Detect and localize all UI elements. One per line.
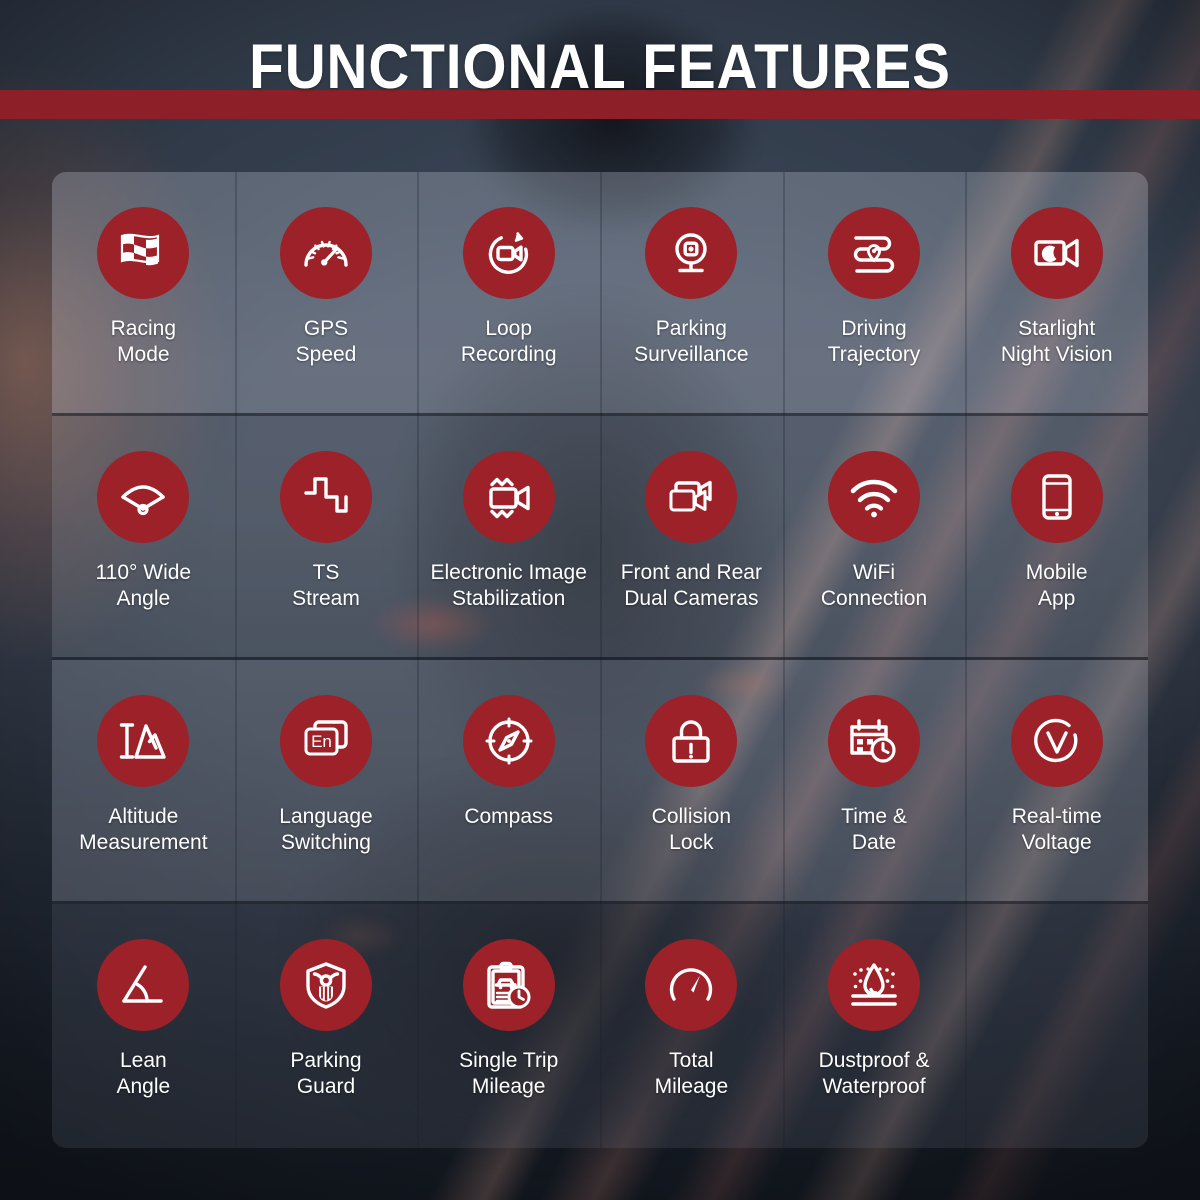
feature-cell[interactable]: Electronic Image Stabilization [417, 416, 600, 660]
feature-label: Time & Date [841, 805, 907, 855]
trip-clipboard-clock-icon [462, 939, 555, 1031]
compass-icon [462, 695, 555, 787]
feature-label: Total Mileage [654, 1049, 729, 1099]
feature-cell[interactable]: Driving Trajectory [782, 172, 966, 416]
feature-cell[interactable]: Parking Guard [234, 904, 418, 1148]
feature-cell[interactable]: 110° Wide Angle [52, 416, 235, 660]
feature-cell[interactable]: TS Stream [234, 416, 418, 660]
feature-label: Collision Lock [651, 805, 732, 855]
feature-cell[interactable]: Single Trip Mileage [417, 904, 600, 1148]
voltage-circle-icon [1010, 695, 1103, 787]
parking-guard-shield-icon [280, 939, 372, 1031]
feature-cell[interactable]: En Language Switching [234, 660, 418, 904]
feature-label: Driving Trajectory [827, 317, 921, 367]
speedometer-icon [280, 207, 372, 299]
feature-cell[interactable]: Lean Angle [52, 904, 235, 1148]
image-stabilization-camera-icon [462, 451, 555, 543]
feature-label: Single Trip Mileage [459, 1049, 559, 1099]
feature-cell[interactable]: Altitude Measurement [52, 660, 235, 904]
feature-cell[interactable]: Front and Rear Dual Cameras [600, 416, 783, 660]
page-root: FUNCTIONAL FEATURES Racing Mode GPS Spee… [0, 0, 1200, 1200]
feature-cell[interactable]: Collision Lock [600, 660, 783, 904]
checkered-flag-icon [97, 207, 190, 299]
odometer-gauge-icon [645, 939, 738, 1031]
loop-recording-icon [462, 207, 555, 299]
feature-cell[interactable]: Parking Surveillance [600, 172, 783, 416]
ts-stream-waveform-icon [280, 451, 372, 543]
dustproof-waterproof-icon [828, 939, 921, 1031]
feature-cell[interactable]: Mobile App [965, 416, 1148, 660]
feature-cell[interactable]: WiFi Connection [782, 416, 966, 660]
feature-label: Parking Guard [290, 1049, 362, 1099]
feature-label: Compass [464, 805, 554, 828]
feature-label: Dustproof & Waterproof [818, 1049, 930, 1099]
feature-cell[interactable]: Real-time Voltage [965, 660, 1148, 904]
lean-angle-icon [97, 939, 190, 1031]
feature-cell[interactable]: Compass [417, 660, 600, 904]
feature-label: Starlight Night Vision [1000, 317, 1113, 367]
feature-label: Mobile App [1025, 561, 1088, 611]
feature-cell[interactable]: Time & Date [782, 660, 966, 904]
feature-row-1: Racing Mode GPS Speed Loop Recording Par… [52, 172, 1148, 416]
calendar-clock-icon [828, 695, 921, 787]
feature-label: TS Stream [292, 561, 360, 611]
collision-lock-icon [645, 695, 738, 787]
feature-row-4: Lean Angle Parking Guard Single Trip Mil… [52, 904, 1148, 1148]
dual-cameras-icon [645, 451, 738, 543]
route-pin-icon [828, 207, 921, 299]
feature-label: GPS Speed [295, 317, 357, 367]
svg-text:En: En [311, 732, 332, 751]
feature-cell[interactable]: Racing Mode [52, 172, 235, 416]
parking-surveillance-camera-icon [645, 207, 738, 299]
feature-label: Altitude Measurement [79, 805, 208, 855]
language-en-card-icon: En [280, 695, 372, 787]
feature-cell[interactable]: Starlight Night Vision [965, 172, 1148, 416]
altitude-mountain-icon [97, 695, 190, 787]
feature-label: Front and Rear Dual Cameras [620, 561, 762, 611]
feature-label: 110° Wide Angle [95, 561, 192, 611]
wide-angle-icon [97, 451, 190, 543]
feature-row-3: Altitude Measurement En Language Switchi… [52, 660, 1148, 904]
feature-label: Loop Recording [460, 317, 557, 367]
feature-cell-empty [965, 904, 1148, 1148]
feature-label: Real-time Voltage [1011, 805, 1102, 855]
feature-cell[interactable]: Dustproof & Waterproof [782, 904, 966, 1148]
feature-label: Racing Mode [110, 317, 177, 367]
feature-label: WiFi Connection [820, 561, 928, 611]
night-vision-camera-icon [1010, 207, 1103, 299]
mobile-phone-icon [1010, 451, 1103, 543]
feature-row-2: 110° Wide Angle TS Stream Electronic Ima… [52, 416, 1148, 660]
feature-cell[interactable]: Loop Recording [417, 172, 600, 416]
feature-grid: Racing Mode GPS Speed Loop Recording Par… [52, 172, 1148, 1148]
feature-label: Electronic Image Stabilization [430, 561, 587, 611]
feature-label: Parking Surveillance [634, 317, 749, 367]
page-title: FUNCTIONAL FEATURES [249, 32, 951, 102]
feature-cell[interactable]: Total Mileage [600, 904, 783, 1148]
feature-label: Lean Angle [116, 1049, 171, 1099]
wifi-icon [828, 451, 921, 543]
feature-label: Language Switching [279, 805, 373, 855]
feature-cell[interactable]: GPS Speed [234, 172, 418, 416]
page-header: FUNCTIONAL FEATURES [0, 0, 1200, 150]
